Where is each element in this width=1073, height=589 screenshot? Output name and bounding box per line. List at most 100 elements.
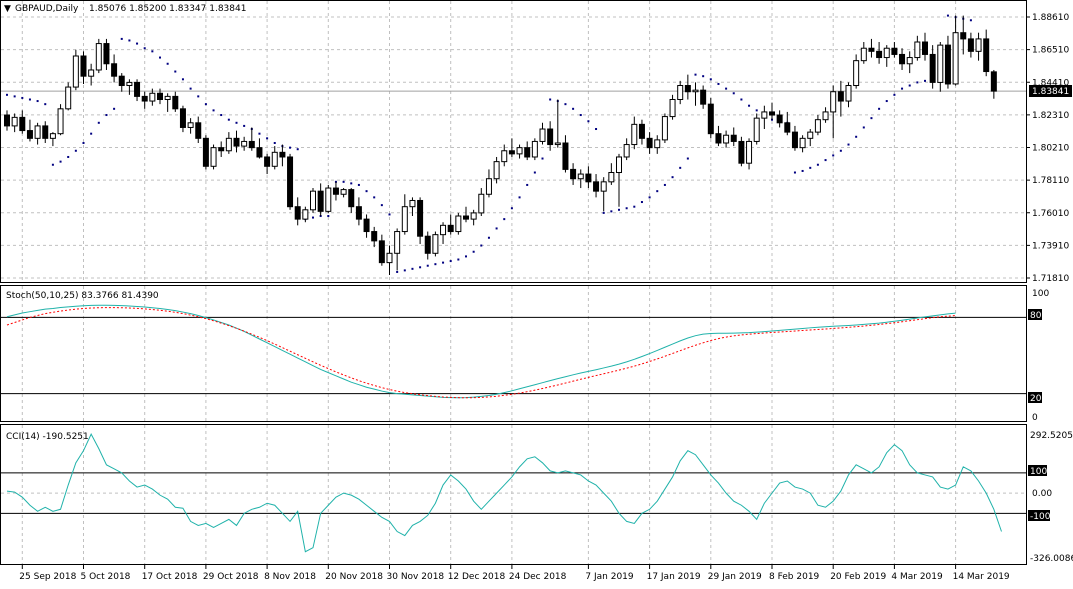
cci-panel[interactable] [0, 424, 1027, 565]
candle-body [233, 137, 240, 147]
candle-body [707, 103, 714, 135]
sar-dot [465, 255, 467, 258]
sar-dot [686, 157, 689, 160]
sar-dot [480, 244, 483, 247]
candle-body [134, 81, 141, 97]
price-panel[interactable] [0, 0, 1027, 283]
candle [860, 42, 867, 64]
sar-dot [885, 100, 888, 103]
sar-dot [266, 137, 269, 140]
candle [134, 79, 141, 102]
sar-dot [495, 227, 498, 230]
candle [4, 110, 10, 131]
candle [348, 188, 355, 213]
stoch-main-line [6, 304, 956, 399]
candle-body [700, 89, 707, 105]
sar-dot [457, 258, 460, 261]
candle [241, 136, 248, 151]
sar-dot [327, 215, 330, 218]
sar-dot [564, 103, 567, 106]
sar-dot [862, 126, 865, 129]
time-axis[interactable]: 25 Sep 2018 5 Oct 2018 17 Oct 2018 29 Oct 2… [19, 565, 1010, 582]
candle-body [271, 151, 278, 167]
sar-dot [189, 87, 192, 90]
candle-body [149, 92, 156, 102]
candle [302, 206, 309, 223]
candle [738, 136, 745, 167]
sar-dot [725, 87, 728, 90]
sar-dot [816, 163, 819, 166]
candle-body [723, 134, 730, 144]
candle-body [608, 172, 615, 183]
chart-canvas[interactable]: ▼ GBPAUD,Daily 1.85076 1.85200 1.83347 1… [0, 0, 1073, 586]
stoch-panel[interactable] [0, 285, 1027, 422]
sar-dot [908, 84, 911, 87]
candle [218, 141, 225, 157]
candle [447, 214, 454, 235]
candle [684, 74, 691, 100]
sar-dot [487, 236, 490, 239]
sar-dot [90, 132, 93, 135]
candle-body [807, 131, 814, 139]
candle-body [49, 133, 56, 139]
candle-body [524, 147, 531, 158]
sar-dot [740, 98, 743, 101]
sar-dot [633, 205, 636, 208]
candle-body [715, 133, 722, 144]
candle [899, 48, 906, 70]
sar-dot [120, 37, 123, 40]
candle-body [225, 137, 232, 152]
candle-body [616, 156, 622, 174]
candle [19, 110, 26, 134]
candle [883, 45, 890, 67]
time-label: 8 Feb 2019 [769, 572, 820, 582]
sar-dot [28, 98, 31, 101]
sar-dot [579, 114, 582, 117]
candle [271, 146, 278, 170]
candle-body [516, 147, 523, 155]
sar-dot [434, 263, 437, 266]
candle [638, 119, 645, 145]
candle-body [677, 85, 684, 100]
sar-dot [901, 87, 904, 90]
candle [922, 32, 928, 61]
sar-dot [151, 50, 154, 53]
price-tick-label: 1.71810 [1032, 274, 1069, 284]
candle [975, 32, 982, 61]
candle-body [577, 173, 584, 180]
sar-dot [839, 149, 842, 152]
candle [210, 144, 217, 170]
sar-dot [128, 39, 131, 42]
candle [287, 153, 294, 210]
candle-body [424, 235, 431, 254]
candle-body [830, 91, 837, 113]
candle-body [914, 41, 921, 59]
candle-body [287, 156, 294, 208]
candle-body [960, 32, 967, 40]
sar-dot [702, 75, 705, 78]
candle-body [294, 206, 301, 220]
candle [746, 138, 753, 170]
candle [141, 91, 148, 109]
sar-dot [105, 114, 108, 117]
candle-body [876, 50, 883, 59]
candle-body [944, 44, 951, 85]
candle-body [539, 128, 546, 142]
time-label: 5 Oct 2018 [81, 572, 131, 582]
candle [914, 35, 921, 61]
sar-dot [572, 107, 575, 110]
time-label: 20 Nov 2018 [325, 572, 383, 582]
candle [960, 15, 967, 55]
sar-dot [143, 47, 146, 50]
candle-body [983, 38, 990, 73]
sar-dot [174, 70, 177, 73]
candle [363, 214, 370, 238]
stoch-tick-0: 0 [1032, 413, 1038, 423]
sar-dot [204, 103, 207, 106]
candle [202, 135, 209, 170]
sar-dot [610, 210, 613, 213]
price-tick-label: 1.78110 [1032, 176, 1069, 186]
candle [95, 38, 102, 74]
time-label: 4 Mar 2019 [891, 572, 943, 582]
price-axis[interactable]: 1.886101.865101.844101.823101.802101.781… [1026, 13, 1069, 284]
